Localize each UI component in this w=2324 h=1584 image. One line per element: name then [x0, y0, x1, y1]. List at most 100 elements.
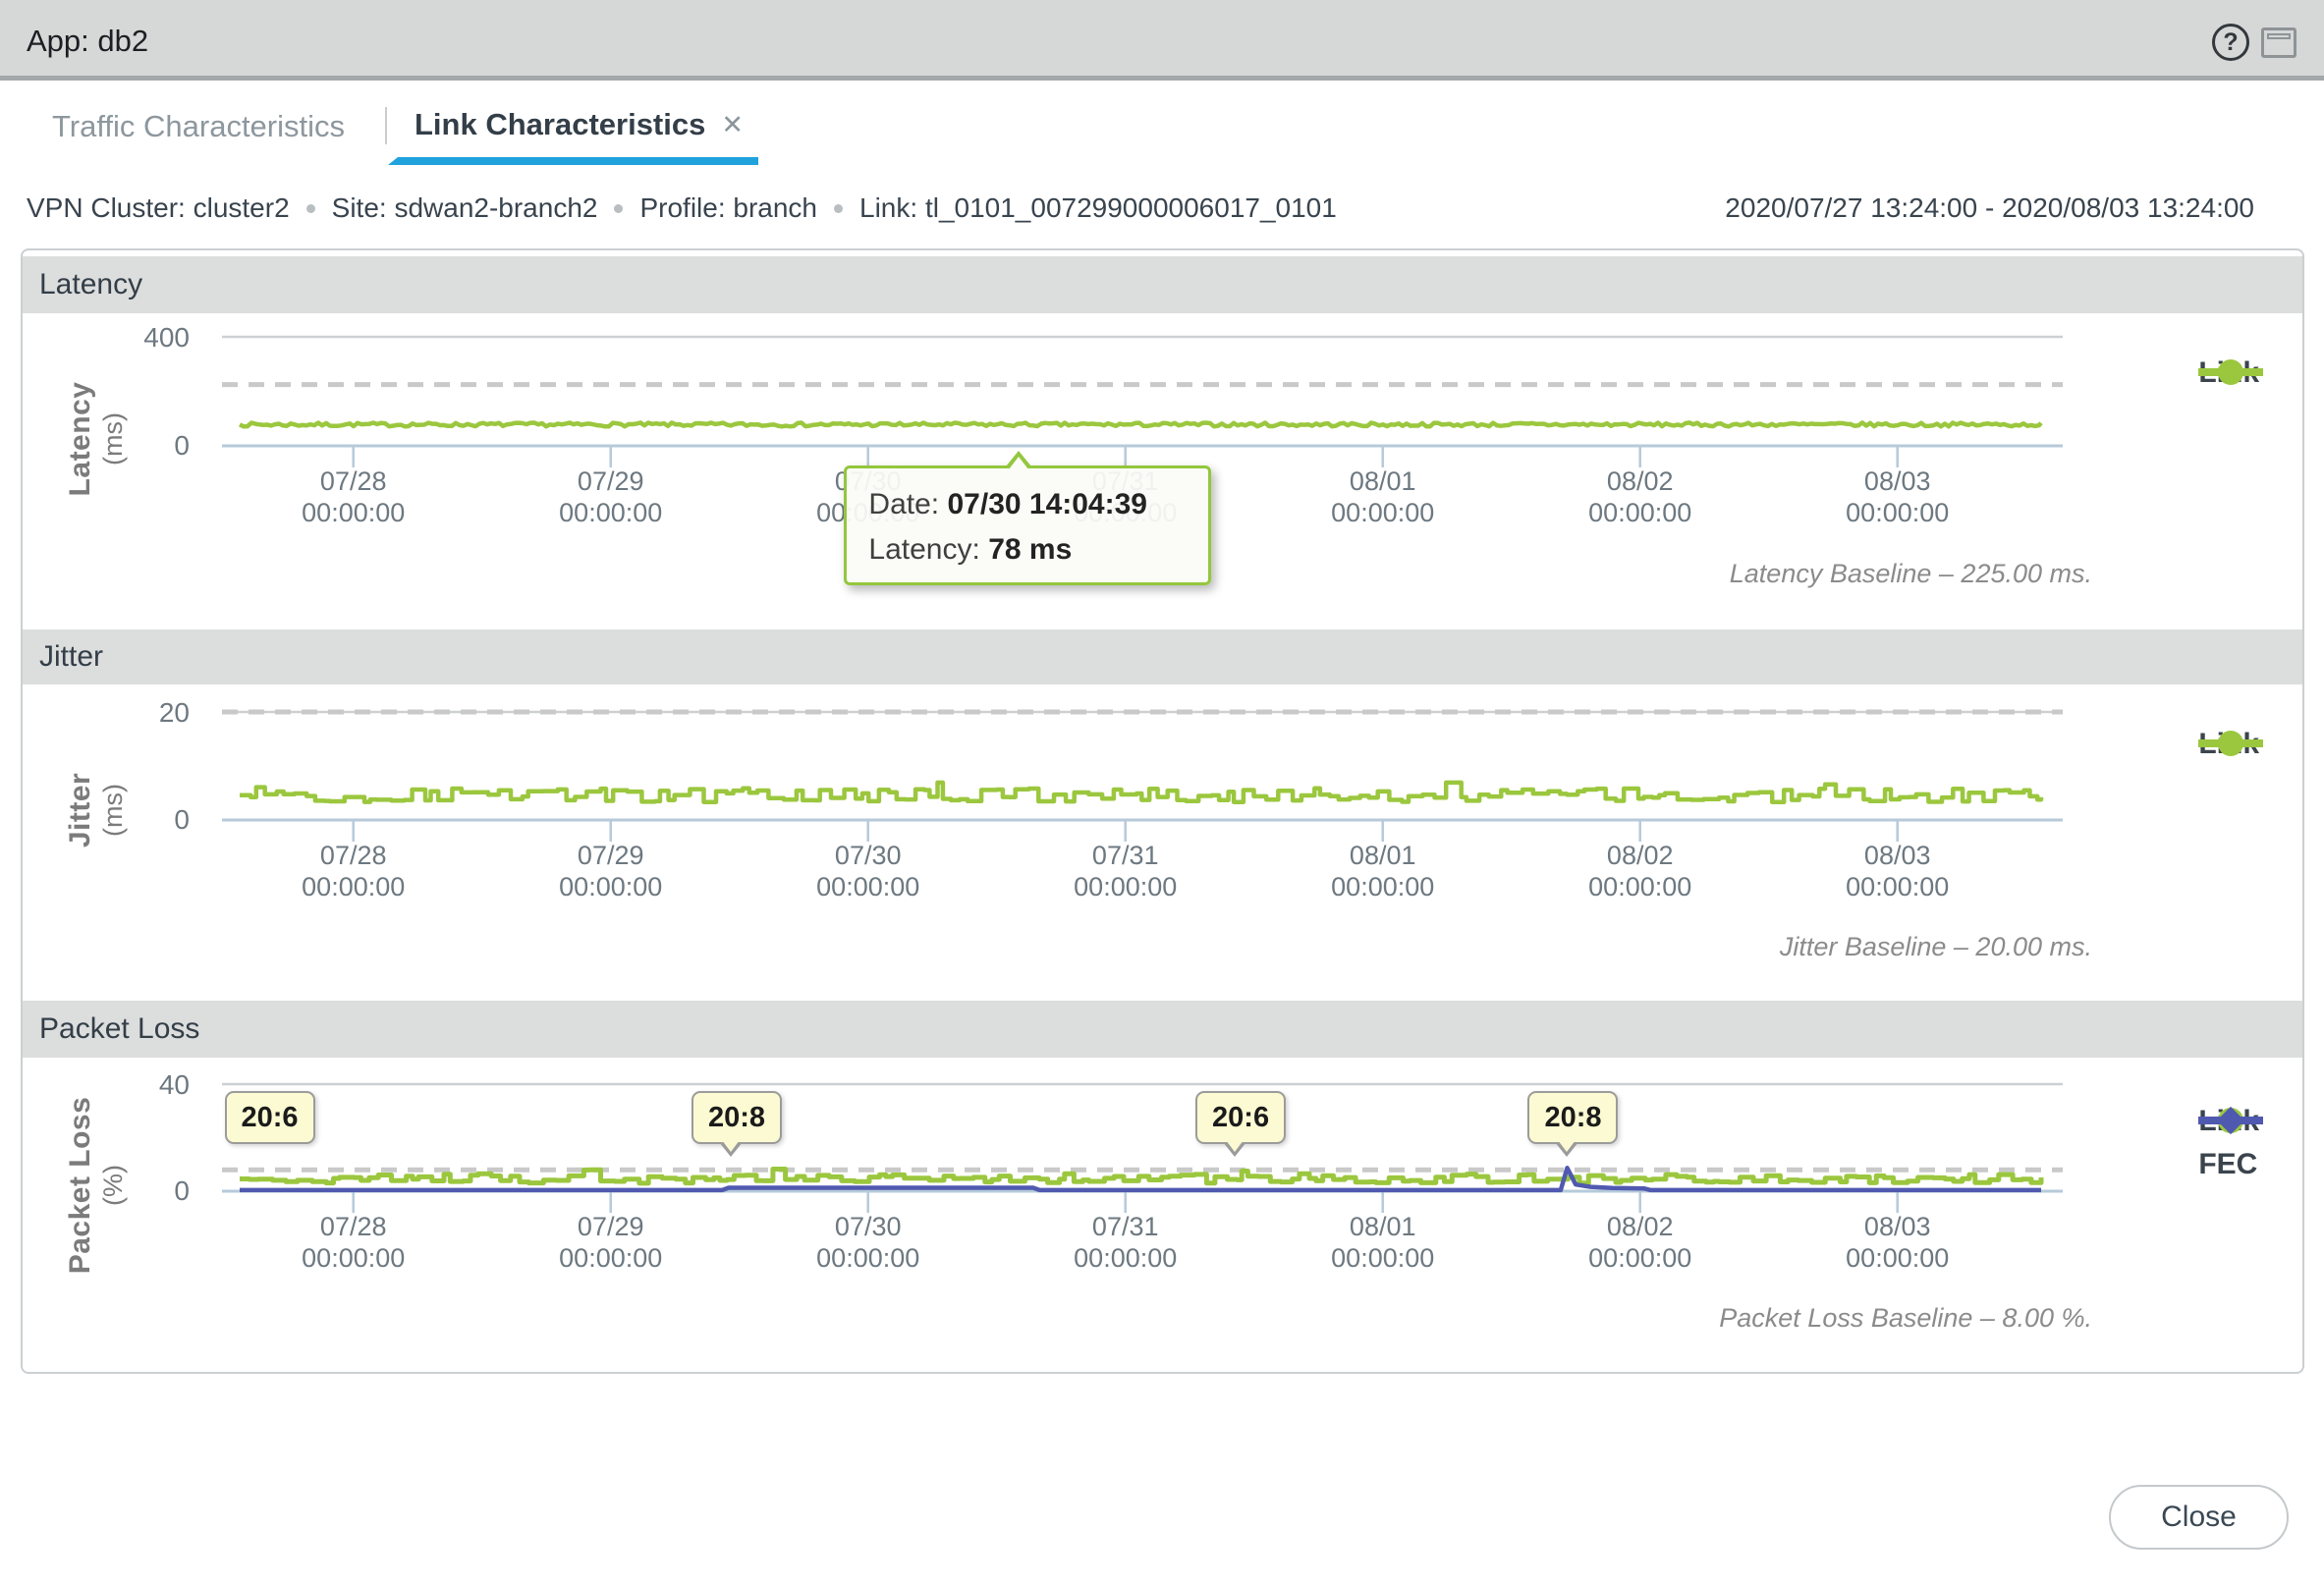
x-tick-time: 00:00:00	[1846, 1243, 1949, 1273]
x-tick-date: 08/03	[1864, 466, 1931, 496]
app-header: App: db2 ?	[0, 0, 2324, 81]
packet-loss-annotation: 20:6	[1195, 1091, 1286, 1144]
x-tick-date: 08/02	[1607, 466, 1674, 496]
packet-loss-legend: Link FEC	[2198, 1105, 2259, 1181]
tab-label: Link Characteristics	[415, 107, 705, 142]
packet-loss-annotation: 20:8	[692, 1091, 782, 1144]
tab-traffic-characteristics[interactable]: Traffic Characteristics	[52, 109, 345, 144]
active-tab-underline	[388, 157, 758, 165]
x-tick-time: 00:00:00	[559, 498, 662, 527]
context-vpn-cluster: VPN Cluster: cluster2	[27, 192, 290, 224]
date-range: 2020/07/27 13:24:00 - 2020/08/03 13:24:0…	[1725, 192, 2254, 224]
latency-legend: Link	[2198, 356, 2259, 390]
x-tick-date: 08/02	[1607, 1212, 1674, 1241]
close-button[interactable]: Close	[2109, 1485, 2289, 1550]
bullet-separator	[306, 204, 315, 213]
legend-item-fec[interactable]: FEC	[2198, 1148, 2259, 1181]
x-tick-time: 00:00:00	[302, 872, 405, 901]
x-tick-date: 07/30	[835, 1212, 902, 1241]
x-tick-date: 08/01	[1350, 841, 1416, 870]
y-tick-zero: 0	[174, 1175, 190, 1206]
window-panel-icon-bar	[2267, 33, 2291, 39]
tab-close-icon[interactable]: ✕	[721, 112, 744, 138]
help-icon[interactable]: ?	[2212, 24, 2249, 61]
bullet-separator	[834, 204, 843, 213]
x-tick-date: 07/31	[1092, 841, 1159, 870]
fec-series-marker-icon	[2198, 1105, 2263, 1136]
context-site: Site: sdwan2-branch2	[332, 192, 598, 224]
jitter-chart[interactable]: 07/2800:00:0007/2900:00:0007/3000:00:000…	[23, 684, 2302, 1001]
x-tick-date: 08/01	[1350, 466, 1416, 496]
packet-loss-baseline-note: Packet Loss Baseline – 8.00 %.	[1719, 1303, 2092, 1334]
charts-card: Latency 07/2800:00:0007/2900:00:0007/300…	[21, 248, 2304, 1374]
help-glyph: ?	[2223, 28, 2238, 57]
link-series-line	[240, 783, 2041, 802]
link-series-line	[240, 422, 2041, 426]
x-tick-date: 07/29	[578, 466, 644, 496]
packet-loss-chart[interactable]: 07/2800:00:0007/2900:00:0007/3000:00:000…	[23, 1058, 2302, 1372]
x-tick-date: 07/28	[320, 841, 387, 870]
tooltip-metric-line: Latency: 78 ms	[868, 527, 1187, 573]
tab-link-characteristics[interactable]: Link Characteristics ✕	[415, 107, 744, 142]
x-tick-date: 07/28	[320, 466, 387, 496]
bullet-separator	[614, 204, 623, 213]
x-tick-time: 00:00:00	[1331, 872, 1434, 901]
x-tick-date: 07/31	[1092, 1212, 1159, 1241]
context-items: VPN Cluster: cluster2 Site: sdwan2-branc…	[27, 192, 1337, 224]
panel-header-jitter: Jitter	[23, 629, 2302, 684]
latency-tooltip: Date: 07/30 14:04:39 Latency: 78 ms	[844, 465, 1211, 585]
packet-loss-annotation: 20:6	[225, 1091, 315, 1144]
x-tick-time: 00:00:00	[1331, 1243, 1434, 1273]
x-tick-time: 00:00:00	[1074, 872, 1177, 901]
context-link-id: Link: tl_0101_007299000006017_0101	[859, 192, 1337, 224]
x-tick-time: 00:00:00	[1588, 498, 1691, 527]
y-tick-max: 20	[159, 697, 190, 728]
x-tick-time: 00:00:00	[302, 498, 405, 527]
context-row: VPN Cluster: cluster2 Site: sdwan2-branc…	[0, 192, 2324, 228]
panel-header-latency: Latency	[23, 256, 2302, 313]
header-icons: ?	[2212, 24, 2296, 61]
x-tick-time: 00:00:00	[1588, 1243, 1691, 1273]
y-tick-zero: 0	[174, 804, 190, 835]
x-tick-time: 00:00:00	[1074, 1243, 1177, 1273]
x-tick-time: 00:00:00	[1846, 872, 1949, 901]
latency-y-axis-label: Latency (ms)	[64, 382, 129, 497]
jitter-legend: Link	[2198, 728, 2259, 761]
link-series-marker-icon	[2198, 356, 2263, 388]
link-series-marker-icon	[2198, 728, 2263, 759]
x-tick-date: 07/29	[578, 1212, 644, 1241]
x-tick-date: 07/30	[835, 841, 902, 870]
x-tick-date: 07/29	[578, 841, 644, 870]
x-tick-time: 00:00:00	[302, 1243, 405, 1273]
x-tick-time: 00:00:00	[1331, 498, 1434, 527]
x-tick-time: 00:00:00	[559, 1243, 662, 1273]
x-tick-time: 00:00:00	[1588, 872, 1691, 901]
tooltip-date-line: Date: 07/30 14:04:39	[868, 482, 1187, 527]
y-tick-max: 40	[159, 1069, 190, 1100]
panel-title: Packet Loss	[23, 1012, 199, 1046]
x-tick-date: 08/02	[1607, 841, 1674, 870]
packet-loss-y-axis-label: Packet Loss (%)	[64, 1097, 129, 1275]
latency-baseline-note: Latency Baseline – 225.00 ms.	[1730, 559, 2092, 589]
jitter-baseline-note: Jitter Baseline – 20.00 ms.	[1780, 932, 2092, 962]
tab-divider	[385, 107, 387, 144]
x-tick-time: 00:00:00	[559, 872, 662, 901]
x-tick-date: 07/28	[320, 1212, 387, 1241]
x-tick-time: 00:00:00	[816, 1243, 919, 1273]
x-tick-time: 00:00:00	[816, 872, 919, 901]
tab-bar: Traffic Characteristics Link Characteris…	[0, 85, 2324, 167]
x-tick-date: 08/03	[1864, 841, 1931, 870]
window-panel-icon[interactable]	[2261, 27, 2296, 58]
page-title: App: db2	[27, 24, 148, 59]
y-tick-zero: 0	[174, 430, 190, 461]
latency-chart[interactable]: 07/2800:00:0007/2900:00:0007/3000:00:000…	[23, 313, 2302, 629]
x-tick-time: 00:00:00	[1846, 498, 1949, 527]
legend-item-link[interactable]: Link	[2198, 356, 2259, 390]
panel-title: Jitter	[23, 640, 103, 674]
legend-item-link[interactable]: Link	[2198, 728, 2259, 761]
context-profile: Profile: branch	[639, 192, 817, 224]
panel-title: Latency	[23, 268, 142, 301]
jitter-y-axis-label: Jitter (ms)	[64, 773, 129, 847]
panel-header-packet-loss: Packet Loss	[23, 1001, 2302, 1058]
packet-loss-annotation: 20:8	[1527, 1091, 1618, 1144]
